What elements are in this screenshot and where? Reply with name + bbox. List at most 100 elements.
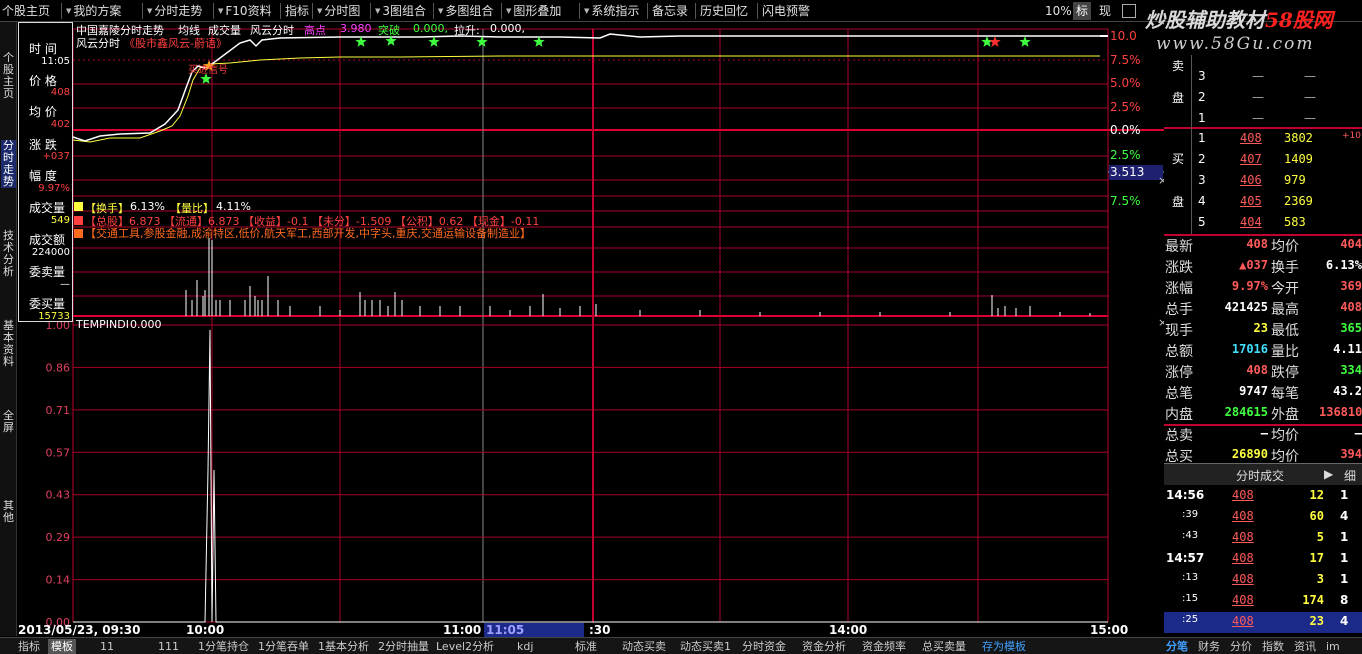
buy-row: 4 405 2369 (1164, 192, 1362, 213)
right-axis-tick: 7.5% (1110, 194, 1141, 208)
signal-markers (200, 35, 1031, 84)
tick-price: 408 (1232, 572, 1254, 586)
ticks-detail[interactable]: 细 (1344, 467, 1356, 484)
legend-swatch-red (74, 216, 83, 225)
tick-price: 408 (1232, 488, 1254, 502)
amount-value: 224000 (31, 247, 70, 258)
stat-label: 涨跌 (1165, 260, 1193, 276)
stat-row: 内盘 284615 外盘 136810 (1164, 403, 1362, 424)
quote-tab-0[interactable]: 分笔 (1166, 639, 1188, 654)
template-tab-3[interactable]: 111 (158, 639, 179, 654)
tick-row[interactable]: :43 408 5 1 (1164, 528, 1362, 549)
quote-tab-4[interactable]: 资讯 (1294, 639, 1316, 654)
stat-value: — (1354, 426, 1362, 440)
bottom-template-bar: 指标 模板 11 111 1分笔持仓 1分笔吞单 1基本分析 2分时抽量 Level2分析 kdj… (0, 637, 1164, 654)
red-star-icon (989, 36, 1001, 47)
level-volume: 2369 (1284, 194, 1313, 208)
stat-value: 369 (1340, 279, 1362, 293)
tick-row[interactable]: 14:57 408 17 1 (1164, 549, 1362, 570)
template-tab-1[interactable]: 模板 (48, 639, 76, 654)
stat-row: 现手 23 最低 365 (1164, 319, 1362, 340)
template-tab-16[interactable]: 总买卖量 (922, 639, 966, 654)
tick-time: :25 (1182, 614, 1199, 625)
level-number: 1 (1198, 111, 1206, 125)
close-icon: × (1158, 16, 1164, 29)
indicator-tick-label: 0.71 (46, 404, 71, 417)
watermark-logo: 炒股辅助教材58股网 (1145, 4, 1333, 33)
tick-row[interactable]: :15 408 174 8 (1164, 591, 1362, 612)
tick-time: :13 (1182, 572, 1199, 583)
x-tick-label: 14:00 (829, 623, 867, 637)
indicator-tick-label: 0.43 (46, 489, 71, 502)
template-tab-11[interactable]: 动态买卖 (622, 639, 666, 654)
right-axis-tick: 7.5% (1110, 53, 1141, 67)
right-bottom-tabs: 分笔 财务 分价 指数 资讯 im (1164, 637, 1362, 654)
indicator-subtitle: 风云分时 (76, 37, 120, 50)
tick-volume: 12 (1309, 488, 1324, 502)
template-tab-13[interactable]: 分时资金 (742, 639, 786, 654)
indicator-grid: 1.000.860.710.570.430.290.140.00 (46, 319, 1108, 629)
indicator-tick-label: 0.29 (46, 531, 71, 544)
stat-label: 总笔 (1165, 386, 1193, 402)
quote-tab-1[interactable]: 财务 (1198, 639, 1220, 654)
volume-bars (185, 238, 1091, 316)
quote-tab-5[interactable]: im (1326, 639, 1340, 654)
tick-price: 408 (1232, 530, 1254, 544)
stat-label: 每笔 (1271, 386, 1299, 402)
template-tab-10[interactable]: 标准 (575, 639, 597, 654)
ticks-header[interactable]: 分时成交 ▶ 细 (1164, 463, 1362, 485)
stat-row: 总手 421425 最高 408 (1164, 298, 1362, 319)
price-value: 408 (50, 87, 70, 98)
tick-row[interactable]: :39 408 60 4 (1164, 507, 1362, 528)
tick-row[interactable]: :13 408 3 1 (1164, 570, 1362, 591)
tick-count: 1 (1340, 530, 1349, 544)
tick-count: 1 (1340, 572, 1349, 586)
tick-row[interactable]: 14:56 408 12 1 (1164, 486, 1362, 507)
avg-value: 402 (50, 119, 70, 130)
tick-time: :43 (1182, 530, 1199, 541)
template-tab-17[interactable]: 存为模板 (982, 639, 1026, 654)
buy-row: 3 406 979 (1164, 171, 1362, 192)
sell-queue-label: 委卖量 (29, 265, 66, 279)
template-tab-12[interactable]: 动态买卖1 (680, 639, 731, 654)
stat-label: 均价 (1271, 428, 1299, 444)
tick-volume: 174 (1302, 593, 1324, 607)
play-icon[interactable]: ▶ (1324, 467, 1333, 481)
template-tab-2[interactable]: 11 (100, 639, 114, 654)
level-number: 1 (1198, 131, 1206, 145)
template-tab-15[interactable]: 资金频率 (862, 639, 906, 654)
axis-labels: 10.0 7.5% 5.0% 2.5% 0.0% 2.5% 3.513 7.5% 2013/05… (18, 16, 1164, 637)
high-label: 高点 (304, 24, 326, 37)
template-tab-5[interactable]: 1分笔吞单 (258, 639, 309, 654)
x-tick-label: :30 (589, 623, 611, 637)
volume-value: 549 (50, 215, 70, 226)
level-volume: — (1304, 69, 1316, 83)
tick-price: 408 (1232, 614, 1254, 628)
sell-row: 3 — — (1164, 67, 1362, 88)
buy-row: 1 408 3802 +10 (1164, 129, 1362, 150)
template-tab-14[interactable]: 资金分析 (802, 639, 846, 654)
template-tab-9[interactable]: kdj (517, 639, 533, 654)
green-star-icon (1019, 36, 1031, 47)
tick-volume: 3 (1316, 572, 1324, 586)
level-number: 3 (1198, 173, 1206, 187)
pull-value: 0.000, (490, 22, 525, 35)
template-tab-4[interactable]: 1分笔持仓 (198, 639, 249, 654)
stat-label: 外盘 (1271, 407, 1299, 423)
template-tab-8[interactable]: Level2分析 (436, 639, 494, 654)
stat-label: 跌停 (1271, 365, 1299, 381)
template-tab-0[interactable]: 指标 (18, 639, 40, 654)
template-tab-7[interactable]: 2分时抽量 (378, 639, 429, 654)
x-tick-label: 15:00 (1090, 623, 1128, 637)
level-delta: +10 (1342, 131, 1361, 141)
stat-label: 涨停 (1165, 365, 1193, 381)
watermark-url: www.58Gu.com (1156, 34, 1315, 54)
quote-tab-2[interactable]: 分价 (1230, 639, 1252, 654)
green-star-icon (428, 36, 440, 47)
quote-tab-3[interactable]: 指数 (1262, 639, 1284, 654)
template-tab-6[interactable]: 1基本分析 (318, 639, 369, 654)
x-tick-label: 11:05 (486, 623, 524, 637)
tick-row[interactable]: :25 408 23 4 (1164, 612, 1362, 633)
ticks-title: 分时成交 (1236, 469, 1285, 483)
change-value: +037 (42, 151, 70, 162)
